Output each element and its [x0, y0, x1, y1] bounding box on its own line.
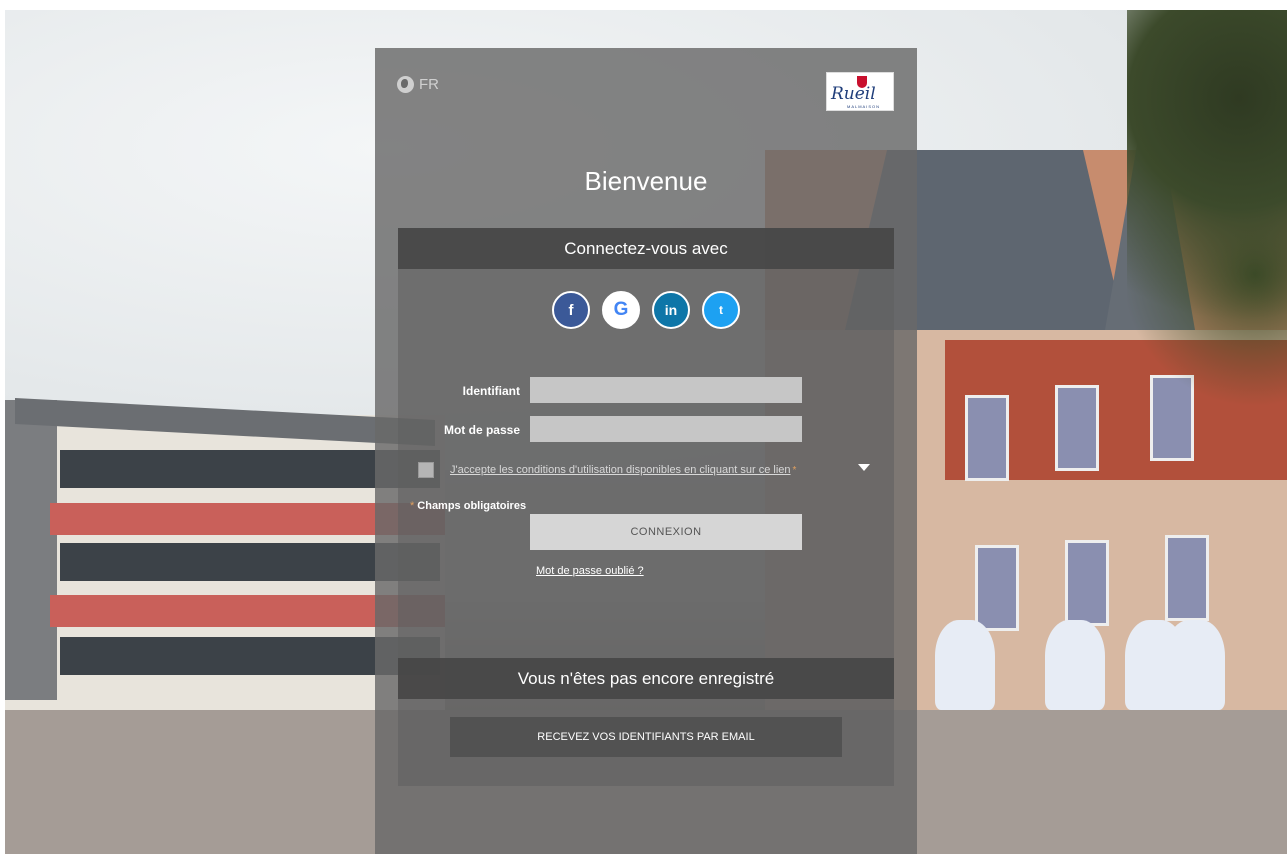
facebook-icon[interactable]: f	[552, 291, 590, 329]
connexion-button[interactable]: CONNEXION	[530, 514, 802, 550]
logo-brand: Rueil	[831, 84, 876, 104]
google-icon[interactable]: G	[602, 291, 640, 329]
required-note-star: *	[410, 500, 415, 512]
password-input[interactable]	[530, 416, 802, 442]
identifiant-label: Identifiant	[462, 384, 520, 398]
password-label: Mot de passe	[443, 423, 520, 437]
login-section-header: Connectez-vous avec	[398, 228, 894, 269]
linkedin-icon[interactable]: in	[652, 291, 690, 329]
receive-credentials-button[interactable]: RECEVEZ VOS IDENTIFIANTS PAR EMAIL	[450, 717, 842, 757]
language-selector[interactable]: FR	[397, 76, 439, 93]
required-note-text: Champs obligatoires	[417, 500, 527, 512]
terms-checkbox[interactable]	[418, 462, 434, 478]
globe-icon	[397, 76, 414, 93]
city-logo: Rueil MALMAISON	[826, 72, 894, 111]
required-star: *	[792, 464, 797, 476]
terms-expand-icon[interactable]	[858, 464, 870, 471]
twitter-icon[interactable]: t	[702, 291, 740, 329]
social-login-buttons: f G in t	[398, 291, 894, 329]
logo-subtitle: MALMAISON	[847, 104, 881, 109]
identifiant-input[interactable]	[530, 377, 802, 403]
terms-link[interactable]: J'accepte les conditions d'utilisation d…	[450, 464, 791, 476]
page-title: Bienvenue	[584, 166, 708, 196]
login-box: Connectez-vous avec f G in t Identifiant…	[398, 228, 894, 786]
language-code: FR	[419, 76, 439, 93]
window-top-edge	[0, 0, 1287, 10]
terms-row: J'accepte les conditions d'utilisation d…	[418, 462, 796, 478]
forgot-password-link[interactable]: Mot de passe oublié ?	[536, 565, 644, 577]
required-fields-note: * Champs obligatoires	[410, 500, 526, 512]
login-panel: FR Rueil MALMAISON Bienvenue Connectez-v…	[375, 48, 917, 854]
register-section-header: Vous n'êtes pas encore enregistré	[398, 658, 894, 699]
